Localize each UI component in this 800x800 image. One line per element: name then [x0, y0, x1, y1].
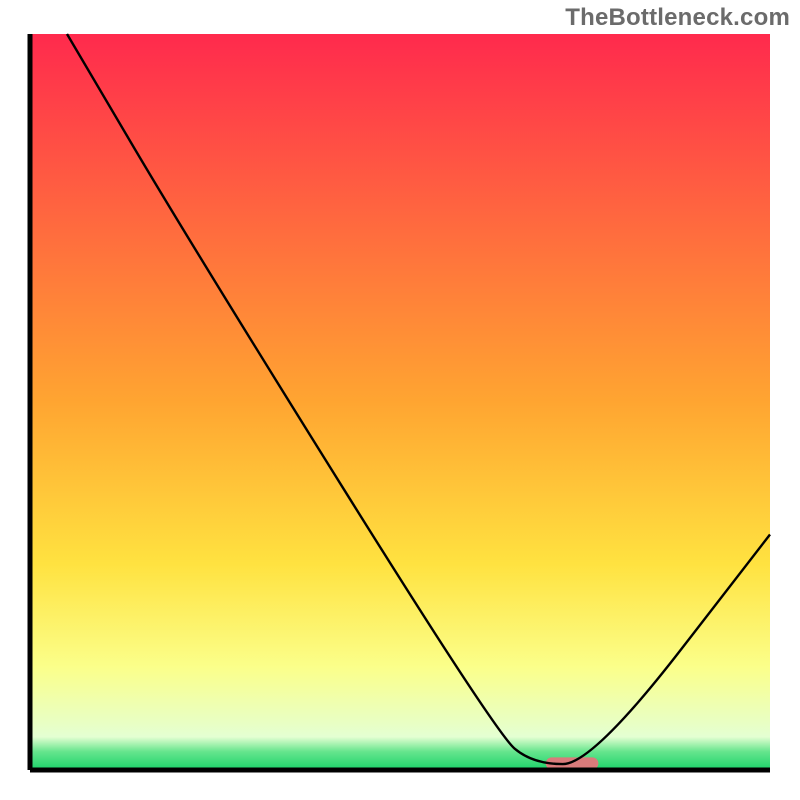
gradient-background [30, 34, 770, 770]
watermark-text: TheBottleneck.com [565, 4, 790, 32]
bottleneck-chart [0, 0, 800, 800]
